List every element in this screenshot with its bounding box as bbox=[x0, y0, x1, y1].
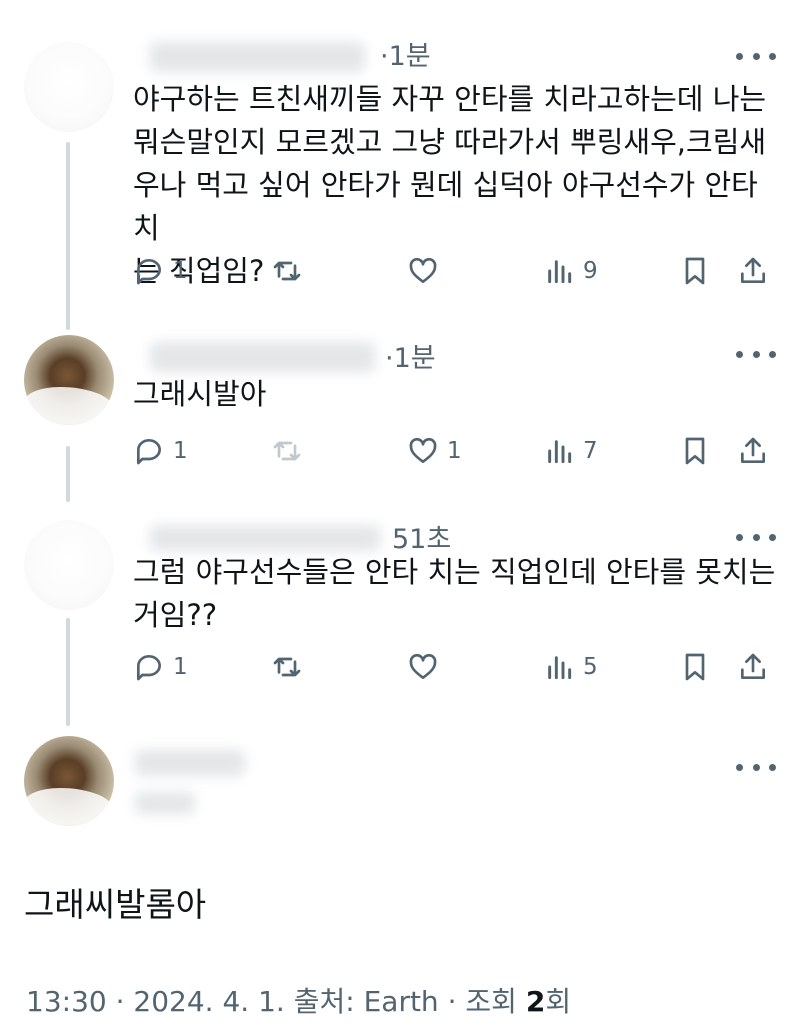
avatar[interactable] bbox=[24, 42, 114, 132]
bookmark-icon bbox=[685, 653, 705, 681]
tweet-text: 그럼 야구선수들은 안타 치는 직업인데 안타를 못치는 거임?? bbox=[133, 555, 776, 632]
separator: · bbox=[115, 985, 134, 1018]
tweet-timestamp: ·1분 bbox=[385, 343, 436, 374]
avatar[interactable] bbox=[24, 736, 114, 826]
repost-button[interactable] bbox=[271, 251, 303, 291]
tweet-timestamp: ·1분 bbox=[380, 41, 431, 72]
separator: · bbox=[447, 985, 466, 1018]
views-button[interactable]: 7 bbox=[543, 431, 598, 471]
views-count: 9 bbox=[583, 258, 598, 284]
like-icon bbox=[409, 653, 437, 679]
views-unit: 회 bbox=[545, 985, 572, 1018]
views-count: 7 bbox=[583, 438, 598, 464]
share-button[interactable] bbox=[737, 647, 769, 687]
like-button[interactable] bbox=[407, 647, 439, 687]
avatar[interactable] bbox=[24, 520, 114, 610]
like-icon bbox=[409, 257, 437, 283]
bookmark-icon bbox=[685, 257, 705, 285]
reply-count: 1 bbox=[173, 438, 188, 464]
redacted-username bbox=[135, 750, 245, 776]
tweet-footer: 13:30 · 2024. 4. 1. 출처: Earth · 조회 2회 bbox=[26, 980, 571, 1020]
views-button[interactable]: 9 bbox=[543, 251, 598, 291]
bookmark-button[interactable] bbox=[679, 647, 711, 687]
like-count: 1 bbox=[447, 438, 462, 464]
tweet-actions: 1 5 bbox=[133, 647, 773, 687]
redacted-username bbox=[150, 42, 365, 72]
more-icon[interactable] bbox=[736, 344, 776, 364]
avatar[interactable] bbox=[24, 335, 114, 425]
tweet-date[interactable]: 2024. 4. 1. bbox=[133, 985, 284, 1018]
reply-icon bbox=[137, 439, 161, 465]
repost-button[interactable] bbox=[271, 431, 303, 471]
thread-line bbox=[66, 446, 70, 502]
views-button[interactable]: 5 bbox=[543, 647, 598, 687]
bookmark-button[interactable] bbox=[679, 431, 711, 471]
main-tweet-text: 그래씨발롬아 bbox=[24, 885, 207, 924]
reply-icon bbox=[137, 655, 161, 681]
reply-button[interactable]: 1 bbox=[133, 647, 188, 687]
tweet-time[interactable]: 13:30 bbox=[26, 985, 107, 1018]
share-icon bbox=[741, 653, 765, 679]
source-label: 출처: bbox=[293, 985, 355, 1018]
share-button[interactable] bbox=[737, 431, 769, 471]
repost-icon bbox=[273, 261, 301, 281]
views-count: 2 bbox=[525, 985, 546, 1018]
reply-icon bbox=[137, 259, 161, 285]
reply-count: 1 bbox=[173, 258, 188, 284]
views-icon bbox=[548, 260, 572, 284]
tweet-text: 그래시발아 bbox=[133, 377, 267, 411]
like-button[interactable] bbox=[407, 251, 439, 291]
views-icon bbox=[548, 656, 572, 680]
share-icon bbox=[741, 257, 765, 283]
redacted-username bbox=[150, 525, 380, 551]
share-button[interactable] bbox=[737, 251, 769, 291]
reply-count: 1 bbox=[173, 654, 188, 680]
thread-line bbox=[66, 618, 70, 726]
reply-button[interactable]: 1 bbox=[133, 431, 188, 471]
views-label: 조회 bbox=[465, 985, 517, 1018]
like-button[interactable]: 1 bbox=[407, 431, 462, 471]
reply-button[interactable]: 1 bbox=[133, 251, 188, 291]
thread-line bbox=[66, 142, 70, 330]
views-icon bbox=[548, 440, 572, 464]
source-name: Earth bbox=[363, 985, 439, 1018]
bookmark-button[interactable] bbox=[679, 251, 711, 291]
repost-button[interactable] bbox=[271, 647, 303, 687]
like-icon bbox=[409, 437, 437, 463]
repost-icon bbox=[273, 441, 301, 461]
tweet-actions: 1 9 bbox=[133, 251, 773, 291]
more-icon[interactable] bbox=[736, 527, 776, 547]
bookmark-icon bbox=[685, 437, 705, 465]
repost-icon bbox=[273, 657, 301, 677]
views-count: 5 bbox=[583, 654, 598, 680]
tweet-actions: 1 1 7 bbox=[133, 431, 773, 471]
redacted-handle bbox=[135, 792, 195, 814]
more-icon[interactable] bbox=[736, 757, 776, 777]
more-icon[interactable] bbox=[736, 46, 776, 66]
share-icon bbox=[741, 437, 765, 463]
redacted-username bbox=[150, 342, 375, 372]
